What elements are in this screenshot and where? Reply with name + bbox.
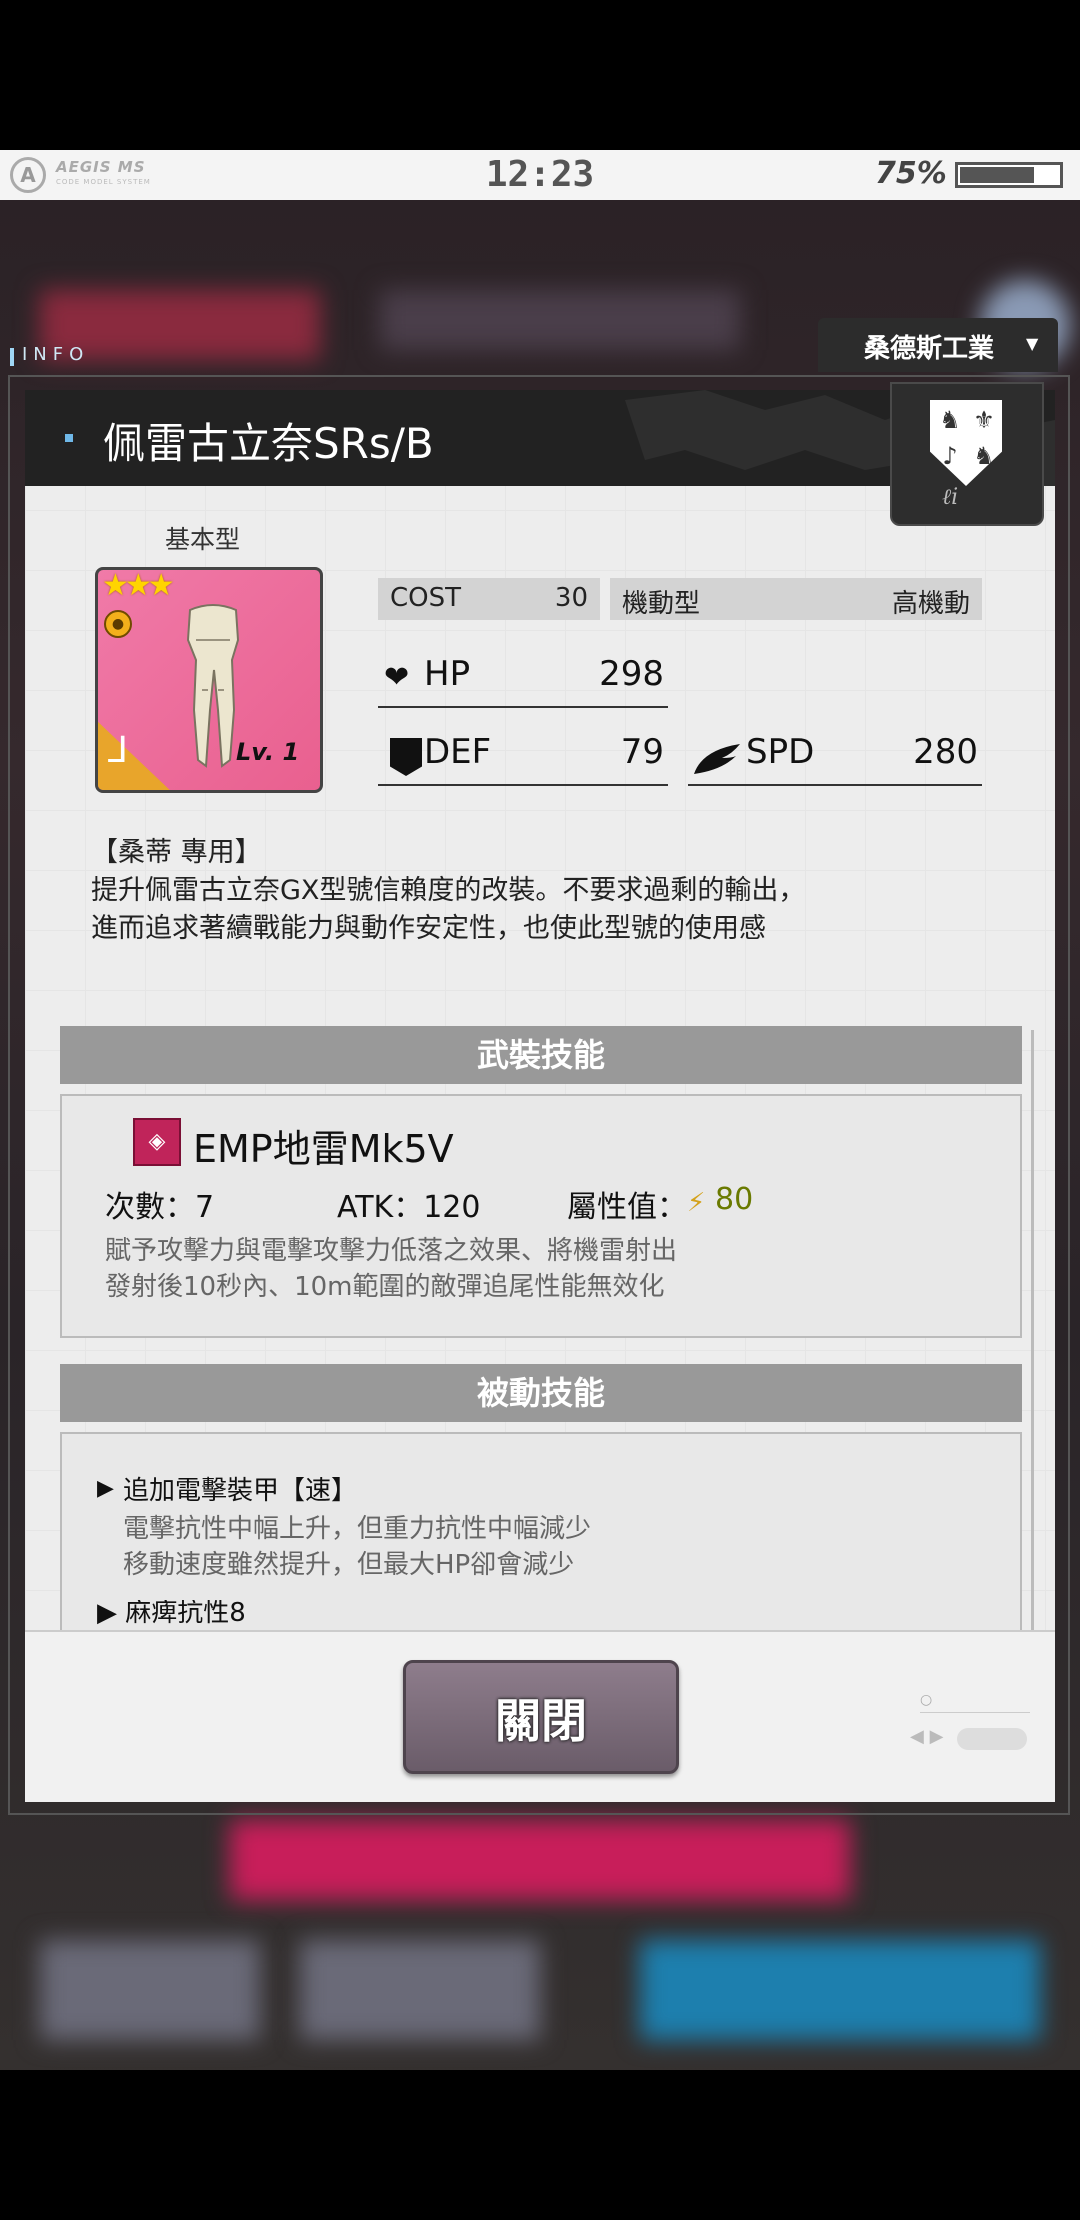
part-card[interactable]: ★★★ ● ⅃ Lv. 1 (95, 567, 323, 793)
search-underline (920, 1712, 1030, 1713)
passive-skill-next: ▶ 麻痺抗性8 (97, 1600, 246, 1628)
app-logo-subtext: CODE MODEL SYSTEM (56, 178, 151, 186)
info-accent (10, 348, 14, 366)
app-logo-text: AEGIS MS (56, 158, 146, 176)
status-bar: A AEGIS MS CODE MODEL SYSTEM 12:23 75% (0, 150, 1080, 200)
description-line: 提升佩雷古立奈GX型號信賴度的改裝。不要求過剩的輸出， (91, 875, 806, 906)
mobility-value: 高機動 (891, 589, 970, 619)
hp-label: HP (424, 654, 471, 694)
attribute-label: 屬性值： (567, 1190, 687, 1225)
description-heading: 【桑蒂 專用】 (91, 837, 262, 868)
passive-skill-name: 追加電擊裝甲【速】 (123, 1476, 358, 1506)
bg-blur-shape (380, 290, 740, 350)
level-badge: Lv. 1 (236, 738, 300, 766)
bg-blur-shape (300, 1940, 540, 2040)
manufacturer-label: 桑德斯工業 (864, 334, 995, 364)
hp-value: 298 (599, 654, 664, 694)
scrollbar[interactable] (1031, 1030, 1034, 1630)
hp-row: ❤ HP 298 (378, 642, 668, 708)
battery-percent: 75% (875, 156, 947, 191)
spd-label: SPD (746, 732, 815, 772)
battery-fill (960, 167, 1034, 183)
weapon-skill-count: 次數：7 (105, 1190, 215, 1225)
battery-icon (955, 162, 1063, 188)
chevron-down-icon: ▼ (1026, 334, 1039, 353)
rarity-stars: ★★★ (102, 568, 175, 603)
description-line: 進而追求著續戰能力與動作安定性，也使此型號的使用感 (91, 913, 766, 944)
clock: 12:23 (485, 154, 595, 195)
weapon-skill-atk: ATK：120 (337, 1190, 481, 1225)
spd-value: 280 (913, 732, 978, 772)
attribute-value: 80 (715, 1182, 754, 1217)
emp-mine-icon: ◈ (133, 1118, 181, 1166)
page-indicator (957, 1728, 1027, 1750)
weapon-skill-description: 賦予攻擊力與電擊攻擊力低落之效果、將機雷射出 (105, 1236, 678, 1266)
bg-blur-shape (640, 1940, 1040, 2040)
weapon-skill-name: EMP地雷Mk5V (193, 1127, 454, 1171)
part-type-label: 基本型 (165, 525, 241, 554)
manufacturer-emblem: ♞ ⚜ ♪ ♞ ℓi (890, 382, 1044, 526)
lion-icon: ♞ (973, 442, 995, 470)
app-logo-icon: A (10, 157, 46, 193)
page-arrows-icon: ◀ ▶ (910, 1726, 944, 1747)
passive-skill-description: 移動速度雖然提升，但最大HP卻會減少 (123, 1550, 575, 1580)
cost-pill: COST 30 (378, 578, 600, 620)
search-icon: ○ (920, 1692, 933, 1708)
mobility-label: 機動型 (622, 589, 701, 619)
manufacturer-dropdown[interactable]: 桑德斯工業 ▼ (818, 318, 1058, 372)
harp-icon: ♪ (942, 442, 958, 470)
crest-shield-icon: ♞ ⚜ ♪ ♞ (930, 400, 1002, 486)
legs-category-icon: ⅃ (108, 730, 129, 771)
lion-icon: ♞ (939, 406, 961, 434)
weapon-skill-header: 武裝技能 (60, 1026, 1022, 1084)
signature-mark: ℓi (942, 485, 959, 510)
passive-skill-header: 被動技能 (60, 1364, 1022, 1422)
heart-icon: ❤ (384, 660, 410, 695)
part-info-dialog: 佩雷古立奈SRs/B 基本型 ★★★ ● ⅃ Lv. 1 COST 30 機動型… (25, 390, 1055, 1802)
close-button-label: 關閉 (495, 1694, 587, 1748)
fleur-de-lis-icon: ⚜ (973, 406, 995, 434)
info-label: INFO (22, 344, 90, 365)
spd-row: SPD 280 (688, 720, 982, 786)
title-bullet (65, 434, 73, 442)
passive-skill-description: 電擊抗性中幅上升，但重力抗性中幅減少 (123, 1514, 592, 1544)
close-button[interactable]: 關閉 (403, 1660, 679, 1774)
dialog-footer: 關閉 ○ ◀ ▶ (25, 1630, 1055, 1802)
def-label: DEF (424, 732, 492, 772)
weapon-skill-description: 發射後10秒內、10m範圍的敵彈追尾性能無效化 (105, 1272, 665, 1302)
wing-icon (694, 744, 740, 774)
def-value: 79 (620, 732, 664, 772)
bullet-arrow-icon: ▶ (97, 1476, 114, 1501)
shield-icon (390, 738, 422, 776)
mobility-pill: 機動型 高機動 (610, 578, 982, 620)
lock-icon: ● (104, 610, 132, 638)
cost-label: COST (390, 583, 462, 613)
lightning-icon: ⚡ (687, 1188, 706, 1218)
part-title: 佩雷古立奈SRs/B (103, 419, 434, 468)
cost-value: 30 (554, 583, 588, 613)
bg-blur-shape (40, 1940, 260, 2040)
bg-blur-shape (230, 1820, 850, 1900)
def-row: DEF 79 (378, 720, 668, 786)
passive-next-clip: ▶ 麻痺抗性8 (85, 1600, 985, 1630)
